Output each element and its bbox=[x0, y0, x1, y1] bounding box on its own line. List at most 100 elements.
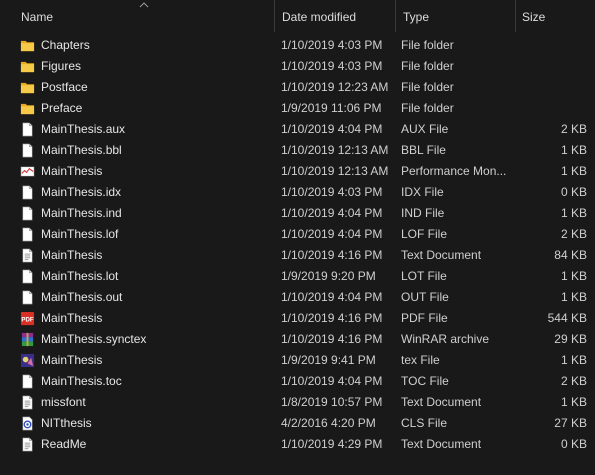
file-icon bbox=[20, 374, 35, 389]
file-type: Text Document bbox=[401, 395, 482, 409]
file-date-modified: 1/10/2019 12:13 AM bbox=[281, 143, 389, 157]
file-row[interactable]: MainThesis.bbl 1/10/2019 12:13 AM BBL File… bbox=[0, 140, 595, 161]
file-name: MainThesis.aux bbox=[41, 122, 126, 136]
file-size: 2 KB bbox=[560, 227, 587, 241]
file-date-modified: 1/9/2019 9:20 PM bbox=[281, 269, 376, 283]
file-type: TOC File bbox=[401, 374, 449, 388]
file-date-modified: 1/10/2019 4:16 PM bbox=[281, 311, 383, 325]
file-name: MainThesis.synctex bbox=[41, 332, 147, 346]
column-header-name[interactable]: Name bbox=[14, 0, 274, 32]
file-row[interactable]: MainThesis.idx 1/10/2019 4:03 PM IDX File 0… bbox=[0, 182, 595, 203]
file-name: missfont bbox=[41, 395, 86, 409]
file-name: Figures bbox=[41, 59, 82, 73]
file-date-modified: 1/10/2019 4:16 PM bbox=[281, 332, 383, 346]
column-header-bar: Name Date modified Type Size bbox=[0, 0, 595, 32]
file-type: BBL File bbox=[401, 143, 446, 157]
file-row[interactable]: Figures 1/10/2019 4:03 PM File folder bbox=[0, 56, 595, 77]
file-type: LOF File bbox=[401, 227, 448, 241]
file-size: 0 KB bbox=[560, 185, 587, 199]
file-type: LOT File bbox=[401, 269, 447, 283]
column-header-date-modified[interactable]: Date modified bbox=[274, 0, 395, 32]
file-date-modified: 1/10/2019 4:04 PM bbox=[281, 227, 383, 241]
file-icon bbox=[20, 143, 35, 158]
file-row[interactable]: MainThesis.ind 1/10/2019 4:04 PM IND File 1… bbox=[0, 203, 595, 224]
file-row[interactable]: MainThesis 1/10/2019 12:13 AM Performance … bbox=[0, 161, 595, 182]
file-date-modified: 1/9/2019 9:41 PM bbox=[281, 353, 376, 367]
file-name: ReadMe bbox=[41, 437, 87, 451]
winrar-icon bbox=[20, 332, 35, 347]
file-size: 2 KB bbox=[560, 122, 587, 136]
file-size: 27 KB bbox=[554, 416, 587, 430]
file-type: File folder bbox=[401, 59, 454, 73]
svg-text:PDF: PDF bbox=[21, 316, 33, 323]
text-document-icon bbox=[20, 395, 35, 410]
file-size: 0 KB bbox=[560, 437, 587, 451]
file-name: MainThesis bbox=[41, 311, 103, 325]
file-date-modified: 1/10/2019 4:04 PM bbox=[281, 374, 383, 388]
file-name: MainThesis.out bbox=[41, 290, 123, 304]
file-size: 1 KB bbox=[560, 143, 587, 157]
vertical-scrollbar[interactable] bbox=[591, 32, 595, 475]
file-row[interactable]: MainThesis.lof 1/10/2019 4:04 PM LOF File 2… bbox=[0, 224, 595, 245]
file-date-modified: 4/2/2016 4:20 PM bbox=[281, 416, 376, 430]
file-row[interactable]: Preface 1/9/2019 11:06 PM File folder bbox=[0, 98, 595, 119]
file-icon bbox=[20, 269, 35, 284]
file-date-modified: 1/10/2019 4:16 PM bbox=[281, 248, 383, 262]
file-size: 1 KB bbox=[560, 164, 587, 178]
file-row[interactable]: ReadMe 1/10/2019 4:29 PM Text Document 0 KB bbox=[0, 434, 595, 455]
file-row[interactable]: MainThesis 1/9/2019 9:41 PM tex File 1 KB bbox=[0, 350, 595, 371]
file-date-modified: 1/10/2019 12:13 AM bbox=[281, 164, 389, 178]
column-header-size[interactable]: Size bbox=[515, 0, 595, 32]
cls-icon bbox=[20, 416, 35, 431]
file-name: Chapters bbox=[41, 38, 90, 52]
file-row[interactable]: MainThesis.lot 1/9/2019 9:20 PM LOT File 1 … bbox=[0, 266, 595, 287]
file-size: 29 KB bbox=[554, 332, 587, 346]
file-row[interactable]: MainThesis.aux 1/10/2019 4:04 PM AUX File 2… bbox=[0, 119, 595, 140]
folder-icon bbox=[20, 80, 35, 95]
file-row[interactable]: MainThesis.toc 1/10/2019 4:04 PM TOC File 2… bbox=[0, 371, 595, 392]
file-type: File folder bbox=[401, 101, 454, 115]
file-size: 2 KB bbox=[560, 374, 587, 388]
file-row[interactable]: MainThesis.synctex 1/10/2019 4:16 PM WinRA… bbox=[0, 329, 595, 350]
file-type: Performance Mon... bbox=[401, 164, 507, 178]
folder-icon bbox=[20, 59, 35, 74]
file-icon bbox=[20, 122, 35, 137]
file-type: AUX File bbox=[401, 122, 449, 136]
file-size bbox=[515, 98, 587, 119]
file-size: 84 KB bbox=[554, 248, 587, 262]
file-type: Text Document bbox=[401, 437, 482, 451]
file-row[interactable]: MainThesis.out 1/10/2019 4:04 PM OUT File 1… bbox=[0, 287, 595, 308]
file-size: 1 KB bbox=[560, 269, 587, 283]
file-type: Text Document bbox=[401, 248, 482, 262]
pdf-icon: PDF bbox=[20, 311, 35, 326]
file-type: File folder bbox=[401, 80, 454, 94]
tex-icon bbox=[20, 353, 35, 368]
file-type: File folder bbox=[401, 38, 454, 52]
file-date-modified: 1/9/2019 11:06 PM bbox=[281, 101, 382, 115]
file-size: 1 KB bbox=[560, 395, 587, 409]
file-row[interactable]: Chapters 1/10/2019 4:03 PM File folder bbox=[0, 35, 595, 56]
file-icon bbox=[20, 227, 35, 242]
file-row[interactable]: Postface 1/10/2019 12:23 AM File folder bbox=[0, 77, 595, 98]
file-type: PDF File bbox=[401, 311, 448, 325]
file-type: OUT File bbox=[401, 290, 449, 304]
file-row[interactable]: NITthesis 4/2/2016 4:20 PM CLS File 27 KB bbox=[0, 413, 595, 434]
text-document-icon bbox=[20, 248, 35, 263]
file-list: Chapters 1/10/2019 4:03 PM File folder Figu… bbox=[0, 35, 595, 455]
file-size bbox=[515, 56, 587, 77]
file-row[interactable]: PDF MainThesis 1/10/2019 4:16 PM PDF File 54… bbox=[0, 308, 595, 329]
file-row[interactable]: missfont 1/8/2019 10:57 PM Text Document 1 … bbox=[0, 392, 595, 413]
perfmon-icon bbox=[20, 164, 35, 179]
file-size: 1 KB bbox=[560, 206, 587, 220]
file-name: MainThesis.bbl bbox=[41, 143, 122, 157]
file-name: MainThesis bbox=[41, 248, 103, 262]
column-header-type[interactable]: Type bbox=[395, 0, 515, 32]
file-row[interactable]: MainThesis 1/10/2019 4:16 PM Text Document… bbox=[0, 245, 595, 266]
file-name: MainThesis.lot bbox=[41, 269, 119, 283]
file-size: 1 KB bbox=[560, 353, 587, 367]
file-size: 1 KB bbox=[560, 290, 587, 304]
file-date-modified: 1/10/2019 4:03 PM bbox=[281, 38, 383, 52]
file-type: tex File bbox=[401, 353, 440, 367]
file-name: MainThesis bbox=[41, 164, 103, 178]
folder-icon bbox=[20, 38, 35, 53]
